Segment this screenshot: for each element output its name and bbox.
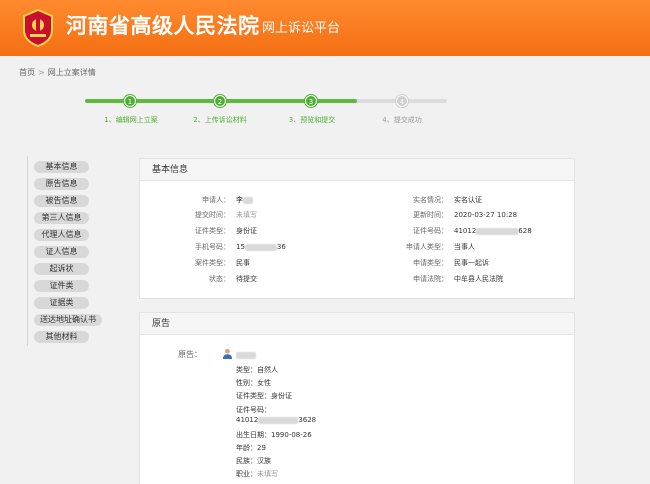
id-type-value: 身份证 xyxy=(236,227,257,235)
plaintiff-panel: 原告 原告： 类型：自然人 性别：女性 证件类型：身份证 证件号码： 41012… xyxy=(139,312,575,484)
submit-time-value: 未填写 xyxy=(236,211,257,219)
person-icon xyxy=(222,348,233,359)
sidenav-item-evidence[interactable]: 证据类 xyxy=(34,297,89,309)
breadcrumb-home[interactable]: 首页 xyxy=(19,68,35,77)
step-node-4: 4 xyxy=(396,95,408,107)
breadcrumb-current: 网上立案详情 xyxy=(47,68,96,77)
site-header: 河南省高级人民法院 网上诉讼平台 xyxy=(0,0,650,56)
sidenav-item-complaint[interactable]: 起诉状 xyxy=(34,263,89,275)
plaintiff-occupation: 职业：未填写 xyxy=(236,470,278,478)
court-value: 中牟县人民法院 xyxy=(454,275,503,283)
realname-value: 实名认证 xyxy=(454,196,482,204)
sidenav-item-defendant[interactable]: 被告信息 xyxy=(34,195,89,207)
status-label: 状态： xyxy=(209,275,230,283)
plaintiff-id-type: 证件类型：身份证 xyxy=(236,392,292,400)
step-label-2: 2、上传诉讼材料 xyxy=(193,116,247,124)
phone-label: 手机号码： xyxy=(195,243,230,251)
site-subtitle: 网上诉讼平台 xyxy=(262,21,341,36)
plaintiff-title: 原告 xyxy=(140,313,574,335)
plaintiff-type: 类型：自然人 xyxy=(236,366,278,374)
plaintiff-gender: 性别：女性 xyxy=(236,379,271,387)
site-title: 河南省高级人民法院 xyxy=(66,14,260,38)
plaintiff-age: 年龄：29 xyxy=(236,444,266,452)
step-label-3: 3、预览和提交 xyxy=(288,116,336,124)
sidenav-item-witness[interactable]: 证人信息 xyxy=(34,246,89,258)
step-node-1: 1 xyxy=(124,95,136,107)
plaintiff-name-redacted xyxy=(236,352,256,359)
basic-info-title: 基本信息 xyxy=(140,159,574,181)
case-type-value: 民事 xyxy=(236,259,250,267)
applicant-type-label: 申请人类型： xyxy=(406,243,448,251)
section-sidenav: 基本信息 原告信息 被告信息 第三人信息 代理人信息 证人信息 起诉状 证件类 … xyxy=(27,156,117,346)
sidenav-item-address-confirm[interactable]: 送达地址确认书 xyxy=(34,314,102,326)
submit-time-label: 提交时间： xyxy=(195,211,230,219)
id-number-value: 41012 628 xyxy=(454,227,532,235)
plaintiff-label: 原告： xyxy=(178,350,202,359)
update-time-label: 更新时间： xyxy=(413,211,448,219)
applicant-label: 申请人： xyxy=(202,196,230,204)
update-time-value: 2020-03-27 10:28 xyxy=(454,211,518,219)
sidenav-item-certificates[interactable]: 证件类 xyxy=(34,280,89,292)
progress-steps: 1 2 3 4 1、编辑网上立案 2、上传诉讼材料 3、预览和提交 4、提交成功 xyxy=(0,90,650,130)
id-number-label: 证件号码： xyxy=(413,227,448,235)
case-type-label: 案件类型： xyxy=(195,259,230,267)
court-emblem-icon xyxy=(23,8,53,48)
plaintiff-birthdate: 出生日期：1990-08-26 xyxy=(236,431,312,439)
plaintiff-id-number-label: 证件号码： xyxy=(236,406,271,414)
plaintiff-ethnicity: 民族：汉族 xyxy=(236,457,271,465)
realname-label: 实名情况： xyxy=(413,196,448,204)
basic-info-panel: 基本信息 申请人： 李 提交时间： 未填写 证件类型： 身份证 手机号码： 15… xyxy=(139,158,575,299)
phone-value: 15 36 xyxy=(236,243,286,251)
status-value: 待提交 xyxy=(236,275,257,283)
id-type-label: 证件类型： xyxy=(195,227,230,235)
court-label: 申请法院： xyxy=(413,275,448,283)
step-node-2: 2 xyxy=(214,95,226,107)
applicant-type-value: 当事人 xyxy=(454,243,475,251)
sidenav-item-plaintiff[interactable]: 原告信息 xyxy=(34,178,89,190)
apply-type-value: 民事一起诉 xyxy=(454,259,489,267)
step-label-4: 4、提交成功 xyxy=(382,116,422,124)
apply-type-label: 申请类型： xyxy=(413,259,448,267)
step-node-3: 3 xyxy=(305,95,317,107)
applicant-value: 李 xyxy=(236,195,253,205)
breadcrumb: 首页 > 网上立案详情 xyxy=(19,67,96,78)
sidenav-item-basic[interactable]: 基本信息 xyxy=(34,161,89,173)
sidenav-item-third-party[interactable]: 第三人信息 xyxy=(34,212,89,224)
plaintiff-id-number-value: 41012 3628 xyxy=(236,416,317,424)
breadcrumb-separator: > xyxy=(38,68,45,77)
sidenav-item-agent[interactable]: 代理人信息 xyxy=(34,229,89,241)
sidenav-item-other[interactable]: 其他材料 xyxy=(34,331,89,343)
step-label-1: 1、编辑网上立案 xyxy=(104,116,158,124)
